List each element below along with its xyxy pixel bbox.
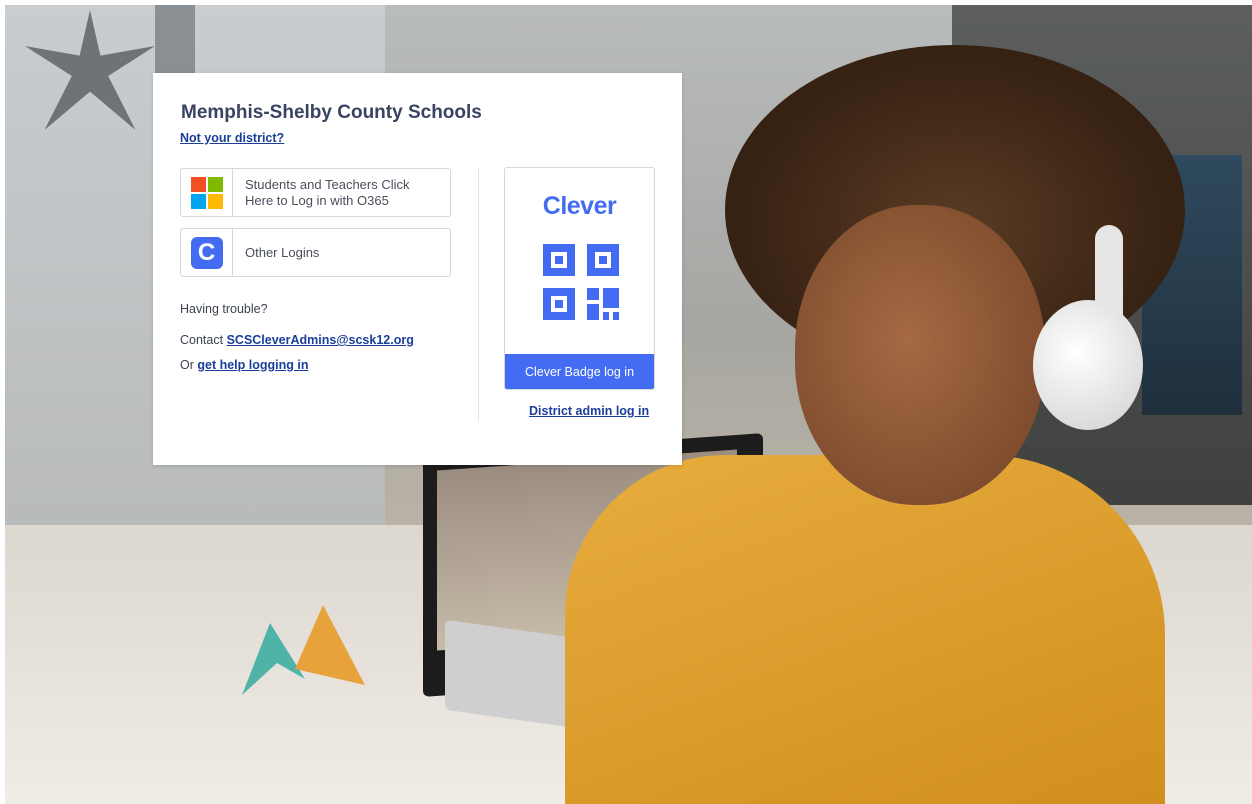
background-headphone [1033, 300, 1143, 430]
help-prefix: Or [180, 358, 194, 372]
login-card: Memphis-Shelby County Schools Not your d… [153, 73, 682, 465]
get-help-link[interactable]: get help logging in [197, 358, 308, 372]
ms-blue-square [190, 193, 206, 209]
background-child-shirt [565, 455, 1165, 804]
background-child-face [795, 205, 1045, 505]
other-logins-icon-wrap: C [181, 229, 233, 276]
other-logins-label: Other Logins [245, 244, 320, 260]
contact-email-link[interactable]: SCSCleverAdmins@scsk12.org [227, 333, 414, 347]
o365-login-button[interactable]: Students and Teachers Click Here to Log … [180, 168, 451, 217]
clever-logo: Clever [542, 192, 617, 220]
clever-badge-panel: Clever Clever Badge log in [504, 167, 655, 390]
district-admin-login-link[interactable]: District admin log in [529, 404, 649, 418]
other-logins-button[interactable]: C Other Logins [180, 228, 451, 277]
clever-badge-login-button[interactable]: Clever Badge log in [505, 354, 654, 389]
vertical-divider [478, 168, 479, 421]
not-your-district-link[interactable]: Not your district? [180, 131, 284, 145]
ms-red-square [190, 176, 206, 192]
qr-code-icon [543, 244, 619, 320]
help-line: Or get help logging in [180, 358, 308, 372]
ms-yellow-square [207, 193, 223, 209]
o365-icon-wrap [181, 169, 233, 216]
contact-prefix: Contact [180, 333, 224, 347]
o365-login-label: Students and Teachers Click Here to Log … [233, 177, 410, 209]
o365-label-line2: Here to Log in with O365 [245, 192, 389, 208]
o365-label-line1: Students and Teachers Click [245, 176, 410, 192]
microsoft-logo-icon [190, 176, 223, 209]
ms-green-square [207, 176, 223, 192]
district-title: Memphis-Shelby County Schools [181, 102, 482, 123]
clever-c-icon: C [190, 236, 223, 269]
contact-line: Contact SCSCleverAdmins@scsk12.org [180, 333, 414, 347]
having-trouble-text: Having trouble? [180, 302, 268, 316]
